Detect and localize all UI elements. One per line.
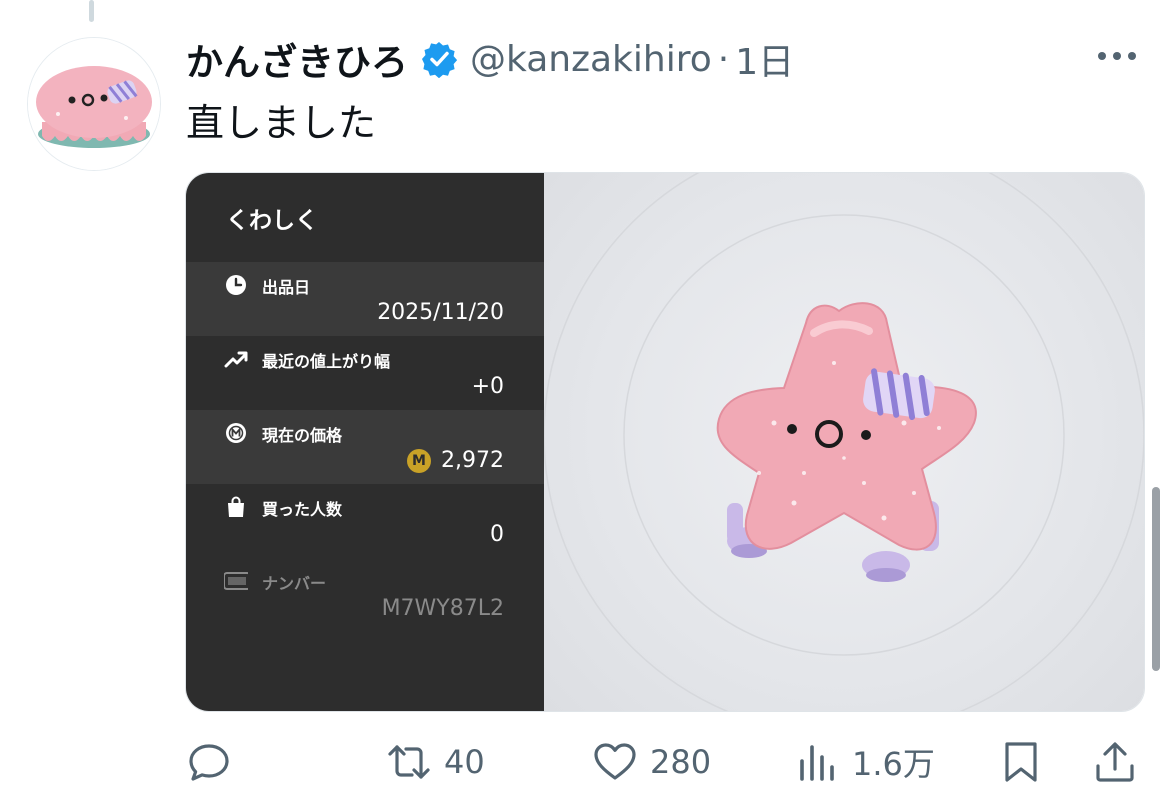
retweet-count: 40 xyxy=(444,743,485,781)
trend-up-icon xyxy=(224,351,248,368)
tweet-header: かんざきひろ @kanzakihiro · 1日 xyxy=(186,32,794,86)
detail-row-listing-date: 出品日 2025/11/20 xyxy=(186,262,544,336)
tweet-actions: 40 280 1.6万 xyxy=(186,732,1146,792)
bookmark-icon xyxy=(1005,742,1037,782)
display-name[interactable]: かんざきひろ xyxy=(186,32,408,86)
detail-label: 最近の値上がり幅 xyxy=(262,352,391,371)
detail-value-price: M 2,972 xyxy=(407,448,504,473)
number-badge-icon xyxy=(224,572,248,590)
shopping-bag-icon xyxy=(228,496,244,517)
detail-value: M7WY87L2 xyxy=(381,596,504,621)
scrollbar[interactable] xyxy=(1152,487,1160,671)
tweet-media-image[interactable]: くわしく 出品日 2025/11/20 最近の値上がり幅 +0 現在の価格 M … xyxy=(185,172,1145,712)
share-button[interactable] xyxy=(1092,732,1138,792)
avatar-star-character-icon xyxy=(28,38,160,170)
views-icon xyxy=(800,745,834,781)
detail-label: 出品日 xyxy=(262,278,311,297)
price-value: 2,972 xyxy=(441,448,504,473)
like-count: 280 xyxy=(650,743,712,781)
share-icon xyxy=(1096,742,1134,782)
reply-icon xyxy=(189,744,229,781)
detail-label: ナンバー xyxy=(262,574,327,593)
detail-value: 0 xyxy=(490,522,504,547)
detail-row-buyers: 買った人数 0 xyxy=(186,484,544,558)
like-button[interactable]: 280 xyxy=(592,732,711,792)
reply-button[interactable] xyxy=(186,732,232,792)
heart-icon xyxy=(594,743,636,780)
retweet-button[interactable]: 40 xyxy=(386,732,485,792)
clock-icon xyxy=(226,275,246,295)
detail-value: 2025/11/20 xyxy=(377,300,504,325)
tweet-text: 直しました xyxy=(186,101,377,145)
item-preview xyxy=(543,173,1144,711)
detail-label: 買った人数 xyxy=(262,500,343,519)
coin-icon: M xyxy=(407,448,432,473)
detail-value: +0 xyxy=(471,374,504,399)
detail-label: 現在の価格 xyxy=(262,426,343,445)
views-count: 1.6万 xyxy=(852,745,935,783)
views-button[interactable]: 1.6万 xyxy=(794,732,935,792)
more-options-icon[interactable] xyxy=(1094,44,1140,68)
panel-title: くわしく xyxy=(226,208,318,234)
detail-row-number: ナンバー M7WY87L2 xyxy=(186,558,544,632)
avatar[interactable] xyxy=(27,37,161,171)
detail-row-current-price: 現在の価格 M 2,972 xyxy=(186,410,544,484)
bookmark-button[interactable] xyxy=(998,732,1044,792)
handle[interactable]: @kanzakihiro xyxy=(470,39,712,80)
details-panel: くわしく 出品日 2025/11/20 最近の値上がり幅 +0 現在の価格 M … xyxy=(186,173,544,711)
thread-line xyxy=(89,0,94,22)
retweet-icon xyxy=(388,745,430,779)
separator-dot: · xyxy=(717,38,730,80)
verified-badge-icon xyxy=(420,40,458,79)
coin-icon xyxy=(226,423,246,443)
detail-row-recent-rise: 最近の値上がり幅 +0 xyxy=(186,336,544,410)
timestamp[interactable]: 1日 xyxy=(735,33,794,85)
pink-star-character-icon xyxy=(543,173,1144,711)
